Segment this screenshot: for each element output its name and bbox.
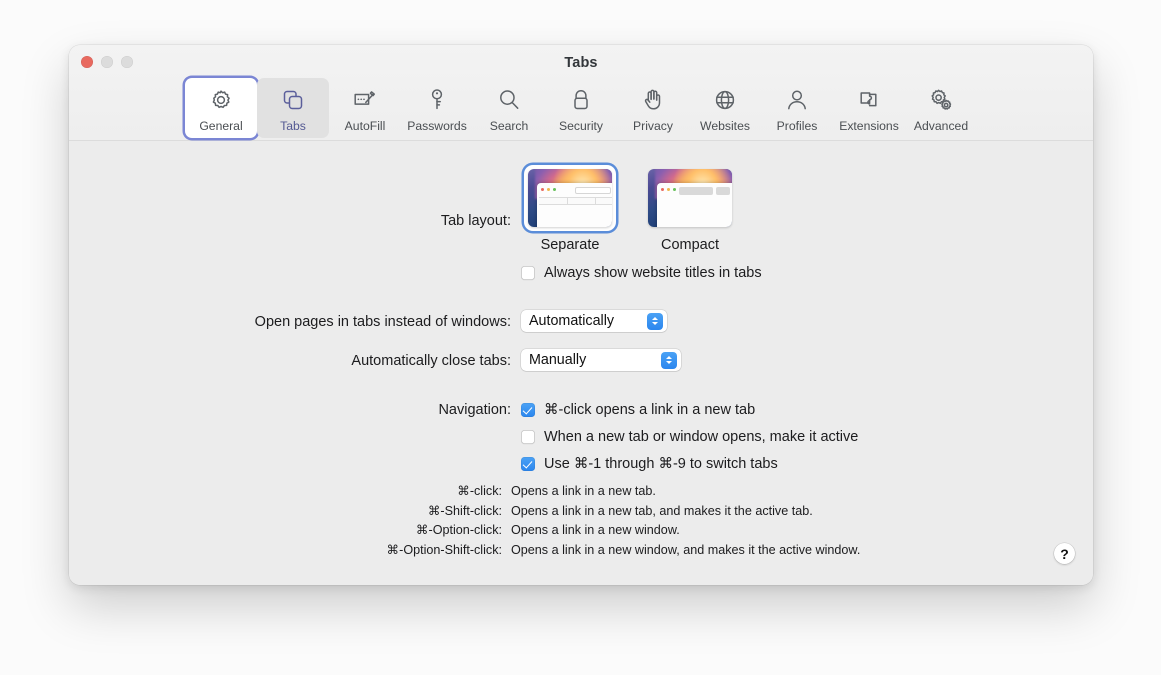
toolbar-item-label: Privacy xyxy=(633,119,673,133)
toolbar-item-advanced[interactable]: Advanced xyxy=(905,78,977,138)
auto-close-value: Manually xyxy=(529,352,653,368)
always-show-titles-row[interactable]: Always show website titles in tabs xyxy=(521,265,762,281)
tab-layout-compact-frame[interactable] xyxy=(644,165,736,231)
shortcut-key: ⌘-Shift-click: xyxy=(69,502,511,522)
nav-checkbox-row-1[interactable]: ⌘-click opens a link in a new tab xyxy=(521,402,755,418)
toolbar-item-label: Extensions xyxy=(839,119,899,133)
open-pages-popup[interactable]: Automatically xyxy=(521,310,667,332)
autofill-icon xyxy=(352,84,378,116)
shortcut-key: ⌘-Option-Shift-click: xyxy=(69,541,511,561)
key-icon xyxy=(424,84,450,116)
toolbar-item-label: Profiles xyxy=(777,119,818,133)
tabs-settings-pane: Tab layout: Separate xyxy=(69,141,1093,585)
person-icon xyxy=(784,84,810,116)
toolbar-item-label: Websites xyxy=(700,119,750,133)
open-pages-label: Open pages in tabs instead of windows: xyxy=(191,314,511,330)
gears-icon xyxy=(928,84,954,116)
shortcut-description: Opens a link in a new window, and makes … xyxy=(511,541,860,561)
shortcut-row: ⌘-Option-Shift-click: Opens a link in a … xyxy=(69,541,1093,561)
cmd-number-switch-tabs-label: Use ⌘-1 through ⌘-9 to switch tabs xyxy=(544,456,778,472)
window-title: Tabs xyxy=(69,55,1093,71)
toolbar-item-tabs[interactable]: Tabs xyxy=(257,78,329,138)
cmd-number-switch-tabs-checkbox[interactable] xyxy=(521,457,535,471)
make-new-tab-active-label: When a new tab or window opens, make it … xyxy=(544,429,858,445)
tab-layout-option-separate[interactable]: Separate xyxy=(522,165,618,253)
always-show-titles-checkbox[interactable] xyxy=(521,266,535,280)
cmd-click-new-tab-label: ⌘-click opens a link in a new tab xyxy=(544,402,755,418)
toolbar-item-label: Passwords xyxy=(407,119,467,133)
toolbar-item-security[interactable]: Security xyxy=(545,78,617,138)
compact-thumbnail xyxy=(648,169,732,227)
shortcut-description: Opens a link in a new tab. xyxy=(511,482,656,502)
toolbar-item-label: General xyxy=(199,119,242,133)
preferences-toolbar: General Tabs xyxy=(69,78,1093,138)
tab-layout-label: Tab layout: xyxy=(191,213,511,229)
shortcut-row: ⌘-Shift-click: Opens a link in a new tab… xyxy=(69,502,1093,522)
toolbar-item-profiles[interactable]: Profiles xyxy=(761,78,833,138)
toolbar-item-autofill[interactable]: AutoFill xyxy=(329,78,401,138)
shortcut-row: ⌘-click: Opens a link in a new tab. xyxy=(69,482,1093,502)
toolbar-item-passwords[interactable]: Passwords xyxy=(401,78,473,138)
shortcut-reference-table: ⌘-click: Opens a link in a new tab. ⌘-Sh… xyxy=(69,482,1093,560)
tabs-icon xyxy=(280,84,306,116)
help-button[interactable]: ? xyxy=(1054,543,1075,564)
shortcut-row: ⌘-Option-click: Opens a link in a new wi… xyxy=(69,521,1093,541)
gear-icon xyxy=(208,84,234,116)
shortcut-description: Opens a link in a new tab, and makes it … xyxy=(511,502,813,522)
cmd-click-new-tab-checkbox[interactable] xyxy=(521,403,535,417)
always-show-titles-label: Always show website titles in tabs xyxy=(544,265,762,281)
hand-icon xyxy=(640,84,666,116)
tab-layout-option-compact[interactable]: Compact xyxy=(642,165,738,253)
chevron-updown-icon xyxy=(661,352,677,369)
shortcut-description: Opens a link in a new window. xyxy=(511,521,680,541)
lock-icon xyxy=(568,84,594,116)
open-pages-value: Automatically xyxy=(529,313,639,329)
toolbar-item-label: AutoFill xyxy=(345,119,386,133)
toolbar-item-general[interactable]: General xyxy=(185,78,257,138)
tab-layout-separate-label: Separate xyxy=(541,237,600,253)
make-new-tab-active-checkbox[interactable] xyxy=(521,430,535,444)
toolbar-item-label: Security xyxy=(559,119,603,133)
nav-checkbox-row-3[interactable]: Use ⌘-1 through ⌘-9 to switch tabs xyxy=(521,456,778,472)
auto-close-popup[interactable]: Manually xyxy=(521,349,681,371)
nav-checkbox-row-2[interactable]: When a new tab or window opens, make it … xyxy=(521,429,858,445)
toolbar-item-label: Tabs xyxy=(280,119,306,133)
toolbar-item-label: Advanced xyxy=(914,119,968,133)
toolbar-item-extensions[interactable]: Extensions xyxy=(833,78,905,138)
separate-thumbnail xyxy=(528,169,612,227)
shortcut-key: ⌘-click: xyxy=(69,482,511,502)
chevron-updown-icon xyxy=(647,313,663,330)
globe-icon xyxy=(712,84,738,116)
preferences-window: Tabs General Tabs xyxy=(69,45,1093,585)
toolbar-item-websites[interactable]: Websites xyxy=(689,78,761,138)
toolbar-item-search[interactable]: Search xyxy=(473,78,545,138)
tab-layout-separate-frame[interactable] xyxy=(524,165,616,231)
toolbar-item-label: Search xyxy=(490,119,529,133)
shortcut-key: ⌘-Option-click: xyxy=(69,521,511,541)
navigation-label: Navigation: xyxy=(191,402,511,418)
window-titlebar: Tabs General Tabs xyxy=(69,45,1093,141)
magnifier-icon xyxy=(496,84,522,116)
toolbar-item-privacy[interactable]: Privacy xyxy=(617,78,689,138)
tab-layout-options: Separate Compact xyxy=(522,165,738,253)
puzzle-icon xyxy=(856,84,882,116)
auto-close-label: Automatically close tabs: xyxy=(191,353,511,369)
tab-layout-compact-label: Compact xyxy=(661,237,719,253)
